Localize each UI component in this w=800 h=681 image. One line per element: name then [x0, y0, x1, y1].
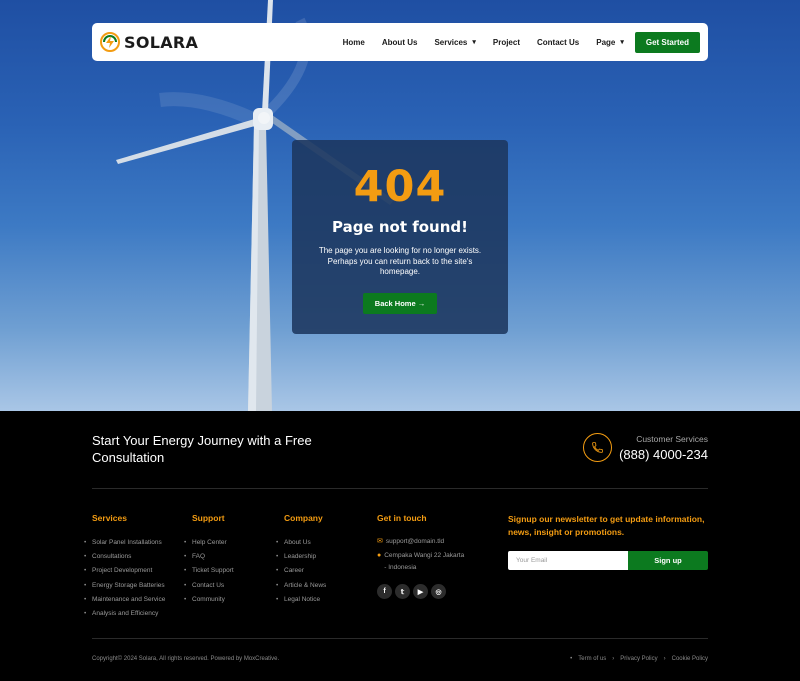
footer-link[interactable]: FAQ	[184, 550, 234, 564]
footer-link[interactable]: Career	[276, 564, 326, 578]
customer-services-label: Customer Services	[636, 433, 708, 444]
contact-address: ● Cempaka Wangi 22 Jakarta - Indonesia	[377, 550, 467, 574]
customer-services: Customer Services (888) 4000-234	[583, 433, 708, 462]
chevron-right-icon: ›	[612, 656, 615, 662]
footer-col-contact: Get in touch ✉ support@domain.tld ● Cemp…	[377, 513, 467, 599]
nav-item-label: Home	[342, 37, 365, 47]
nav-item-about-us[interactable]: About Us	[382, 38, 418, 47]
nav-item-page[interactable]: Page ▾	[596, 38, 624, 47]
nav-item-contact-us[interactable]: Contact Us	[537, 38, 579, 47]
legal-link-cookie[interactable]: Cookie Policy	[672, 656, 708, 662]
chevron-down-icon: ▾	[620, 39, 624, 46]
hero-section: SOLARA Home About Us Services ▾ Project C…	[0, 0, 800, 411]
nav-item-label: Contact Us	[537, 37, 580, 47]
contact-address-text: Cempaka Wangi 22 Jakarta - Indonesia	[384, 552, 465, 571]
footer-col-title: Services	[92, 513, 127, 523]
nav-item-label: Page	[596, 37, 616, 47]
footer-link[interactable]: Article & News	[276, 579, 326, 593]
back-home-button[interactable]: Back Home →	[362, 292, 438, 314]
error-card: 404 Page not found! The page you are loo…	[292, 140, 508, 334]
footer-divider	[92, 488, 708, 489]
footer-link[interactable]: Leadership	[276, 550, 326, 564]
footer-link[interactable]: Community	[184, 593, 234, 607]
nav-item-label: Services	[434, 37, 468, 47]
brand-name: SOLARA	[124, 32, 199, 52]
footer-col-services: Services Solar Panel Installations Consu…	[84, 513, 165, 621]
footer-headline: Start Your Energy Journey with a Free Co…	[92, 433, 312, 465]
email-icon: ✉	[377, 538, 383, 545]
twitter-icon[interactable]: 𝕥	[395, 584, 410, 599]
footer-link[interactable]: Ticket Support	[184, 564, 234, 578]
instagram-icon[interactable]: ◎	[431, 584, 446, 599]
location-pin-icon: ●	[377, 552, 382, 559]
footer-link[interactable]: Energy Storage Batteries	[84, 579, 165, 593]
chevron-right-icon: ›	[663, 656, 666, 662]
customer-services-phone[interactable]: (888) 4000-234	[619, 447, 708, 462]
footer-col-title: Support	[192, 513, 225, 523]
footer-link[interactable]: Analysis and Efficiency	[84, 607, 165, 621]
footer-link[interactable]: Project Development	[84, 564, 165, 578]
youtube-icon[interactable]: ▶	[413, 584, 428, 599]
legal-links: • Term of us › Privacy Policy › Cookie P…	[570, 656, 708, 662]
social-links: f 𝕥 ▶ ◎	[377, 584, 467, 599]
contact-email-text: support@domain.tld	[385, 538, 445, 545]
legal-link-terms[interactable]: Term of us	[578, 656, 606, 662]
legal-link-privacy[interactable]: Privacy Policy	[620, 656, 657, 662]
footer-divider	[92, 638, 708, 639]
phone-icon	[583, 433, 613, 462]
facebook-icon[interactable]: f	[377, 584, 392, 599]
signup-button[interactable]: Sign up	[628, 551, 708, 570]
error-description: The page you are looking for no longer e…	[318, 246, 482, 276]
chevron-right-icon: •	[570, 656, 573, 662]
error-code: 404	[353, 162, 447, 212]
nav-item-label: Project	[492, 37, 520, 47]
footer-link[interactable]: Maintenance and Service	[84, 593, 165, 607]
contact-email[interactable]: ✉ support@domain.tld	[377, 536, 467, 548]
copyright: Copyright© 2024 Solara, All rights reser…	[92, 656, 280, 662]
newsletter-form: Sign up	[508, 551, 708, 570]
footer-col-support: Support Help Center FAQ Ticket Support C…	[184, 513, 234, 607]
footer-col-title: Company	[284, 513, 323, 523]
nav-item-project[interactable]: Project	[493, 38, 520, 47]
logo-bolt-icon	[100, 32, 120, 52]
footer: Start Your Energy Journey with a Free Co…	[0, 411, 800, 681]
footer-link[interactable]: Legal Notice	[276, 593, 326, 607]
newsletter-email-input[interactable]	[508, 551, 628, 570]
footer-link[interactable]: Contact Us	[184, 579, 234, 593]
error-title: Page not found!	[332, 218, 468, 236]
chevron-down-icon: ▾	[472, 39, 476, 46]
nav-item-services[interactable]: Services ▾	[434, 38, 475, 47]
footer-link[interactable]: Solar Panel Installations	[84, 536, 165, 550]
main-navbar: SOLARA Home About Us Services ▾ Project C…	[92, 23, 708, 61]
nav-item-label: About Us	[381, 37, 418, 47]
footer-link[interactable]: Consultations	[84, 550, 165, 564]
footer-col-title: Get in touch	[377, 513, 427, 523]
footer-col-company: Company About Us Leadership Career Artic…	[276, 513, 326, 607]
nav-item-home[interactable]: Home	[343, 38, 365, 47]
newsletter: Signup our newsletter to get update info…	[508, 513, 708, 570]
newsletter-title: Signup our newsletter to get update info…	[508, 514, 705, 537]
get-started-button[interactable]: Get Started	[634, 31, 700, 53]
footer-link[interactable]: Help Center	[184, 536, 234, 550]
nav-menu: Home About Us Services ▾ Project Contact …	[343, 31, 700, 53]
logo[interactable]: SOLARA	[100, 32, 198, 52]
footer-link[interactable]: About Us	[276, 536, 326, 550]
